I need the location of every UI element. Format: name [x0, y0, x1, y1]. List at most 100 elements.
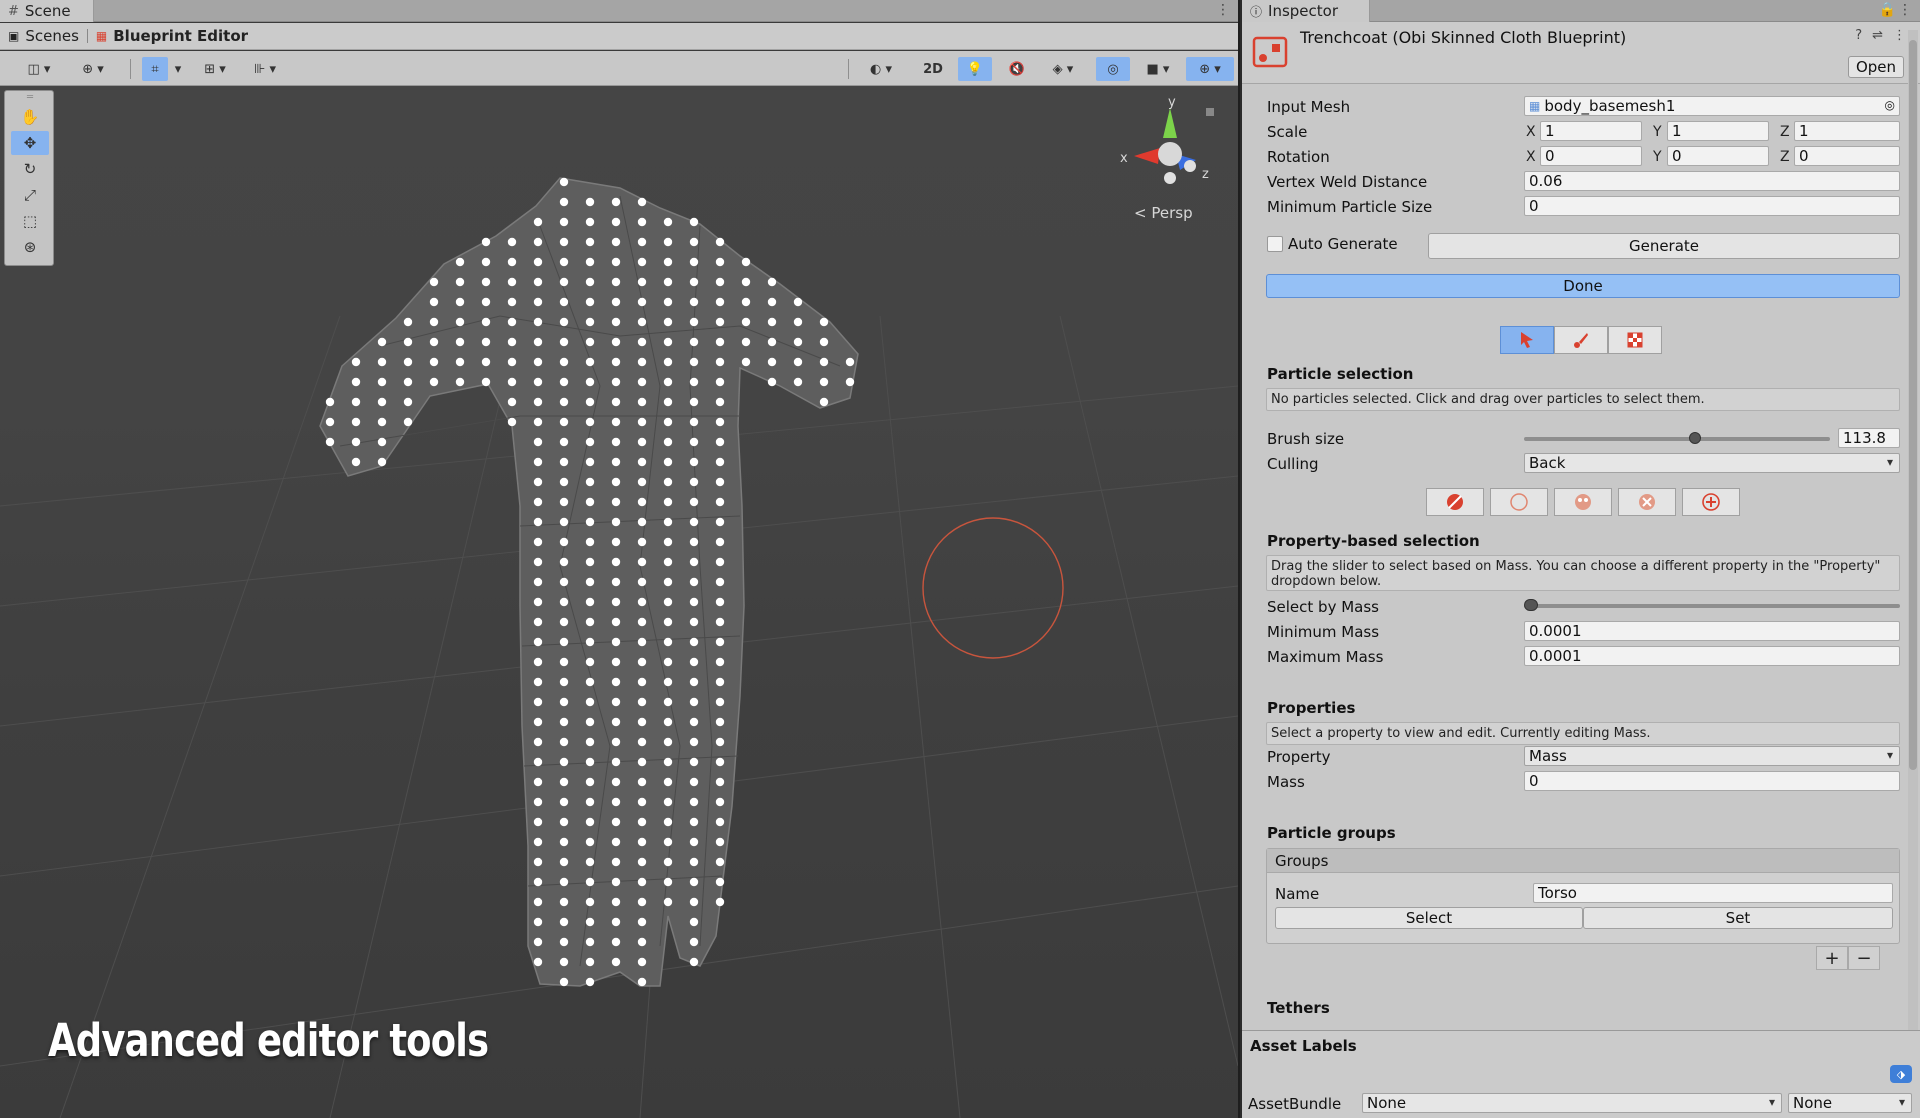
paint-mode-button[interactable] — [1554, 326, 1608, 354]
particle[interactable] — [637, 797, 647, 807]
particle[interactable] — [585, 297, 595, 307]
particle[interactable] — [637, 277, 647, 287]
particle[interactable] — [611, 677, 621, 687]
brush-size-slider-knob[interactable] — [1689, 432, 1702, 444]
particle[interactable] — [533, 337, 543, 347]
particle[interactable] — [689, 937, 699, 947]
particle[interactable] — [455, 257, 465, 267]
particle[interactable] — [585, 617, 595, 627]
open-button[interactable]: Open — [1848, 56, 1904, 78]
particle[interactable] — [689, 237, 699, 247]
particle[interactable] — [533, 817, 543, 827]
particle[interactable] — [637, 657, 647, 667]
particle[interactable] — [351, 417, 361, 427]
tag-icon[interactable]: ⬗ — [1890, 1065, 1912, 1083]
particle[interactable] — [585, 377, 595, 387]
particle[interactable] — [689, 577, 699, 587]
particle[interactable] — [481, 357, 491, 367]
particle[interactable] — [767, 277, 777, 287]
particle[interactable] — [637, 837, 647, 847]
particle[interactable] — [663, 717, 673, 727]
particle[interactable] — [689, 837, 699, 847]
inspector-scrollbar[interactable] — [1908, 30, 1918, 1030]
particle[interactable] — [637, 917, 647, 927]
particle[interactable] — [559, 797, 569, 807]
particle[interactable] — [611, 637, 621, 647]
particle[interactable] — [637, 197, 647, 207]
particle[interactable] — [585, 837, 595, 847]
particle[interactable] — [507, 297, 517, 307]
particle[interactable] — [663, 277, 673, 287]
particle[interactable] — [637, 537, 647, 547]
hidden-objects-icon[interactable]: ◎ — [1096, 57, 1130, 81]
particle[interactable] — [429, 377, 439, 387]
particle[interactable] — [533, 537, 543, 547]
particle[interactable] — [377, 457, 387, 467]
particle[interactable] — [689, 697, 699, 707]
particle[interactable] — [429, 357, 439, 367]
particle[interactable] — [715, 837, 725, 847]
particle[interactable] — [377, 357, 387, 367]
rotation-y-input[interactable]: 0 — [1667, 146, 1769, 166]
particle[interactable] — [533, 237, 543, 247]
particle[interactable] — [637, 477, 647, 487]
particle[interactable] — [507, 337, 517, 347]
particle[interactable] — [533, 737, 543, 747]
particle[interactable] — [637, 717, 647, 727]
particle[interactable] — [715, 597, 725, 607]
particle[interactable] — [585, 777, 595, 787]
particle[interactable] — [741, 277, 751, 287]
particle[interactable] — [689, 797, 699, 807]
particle[interactable] — [429, 337, 439, 347]
min-particle-input[interactable]: 0 — [1524, 196, 1900, 216]
particle[interactable] — [585, 857, 595, 867]
particle[interactable] — [611, 937, 621, 947]
lock-icon[interactable]: 🔒 — [1879, 2, 1896, 18]
particle[interactable] — [611, 197, 621, 207]
particle[interactable] — [819, 317, 829, 327]
particle[interactable] — [533, 517, 543, 527]
transform-tool-icon[interactable]: ⊛ — [11, 235, 49, 259]
particle[interactable] — [585, 577, 595, 587]
particle[interactable] — [715, 517, 725, 527]
particle[interactable] — [585, 417, 595, 427]
brush-size-input[interactable]: 113.8 — [1838, 428, 1900, 448]
particle[interactable] — [559, 277, 569, 287]
particle[interactable] — [611, 757, 621, 767]
particle[interactable] — [559, 717, 569, 727]
minimum-mass-input[interactable]: 0.0001 — [1524, 621, 1900, 641]
particle[interactable] — [715, 437, 725, 447]
particle[interactable] — [585, 477, 595, 487]
particle[interactable] — [689, 777, 699, 787]
particle[interactable] — [637, 697, 647, 707]
particle[interactable] — [663, 477, 673, 487]
particle[interactable] — [507, 357, 517, 367]
particle[interactable] — [689, 717, 699, 727]
particle[interactable] — [715, 357, 725, 367]
particle[interactable] — [611, 397, 621, 407]
rotation-z-input[interactable]: 0 — [1794, 146, 1900, 166]
deselect-button[interactable] — [1618, 488, 1676, 516]
particle[interactable] — [663, 457, 673, 467]
particle[interactable] — [585, 817, 595, 827]
particle[interactable] — [663, 597, 673, 607]
particle[interactable] — [585, 937, 595, 947]
particle[interactable] — [611, 257, 621, 267]
particle[interactable] — [715, 657, 725, 667]
particle[interactable] — [715, 497, 725, 507]
particle[interactable] — [611, 357, 621, 367]
particle[interactable] — [507, 397, 517, 407]
particle[interactable] — [585, 217, 595, 227]
particle[interactable] — [663, 837, 673, 847]
particle[interactable] — [611, 657, 621, 667]
particle[interactable] — [481, 317, 491, 327]
select-all-button[interactable] — [1426, 488, 1484, 516]
particle[interactable] — [559, 197, 569, 207]
asset-bundle-dropdown[interactable]: None — [1362, 1093, 1782, 1113]
particle[interactable] — [637, 597, 647, 607]
particle[interactable] — [689, 617, 699, 627]
particle[interactable] — [663, 497, 673, 507]
particle[interactable] — [481, 277, 491, 287]
particle[interactable] — [533, 797, 543, 807]
particle[interactable] — [767, 357, 777, 367]
